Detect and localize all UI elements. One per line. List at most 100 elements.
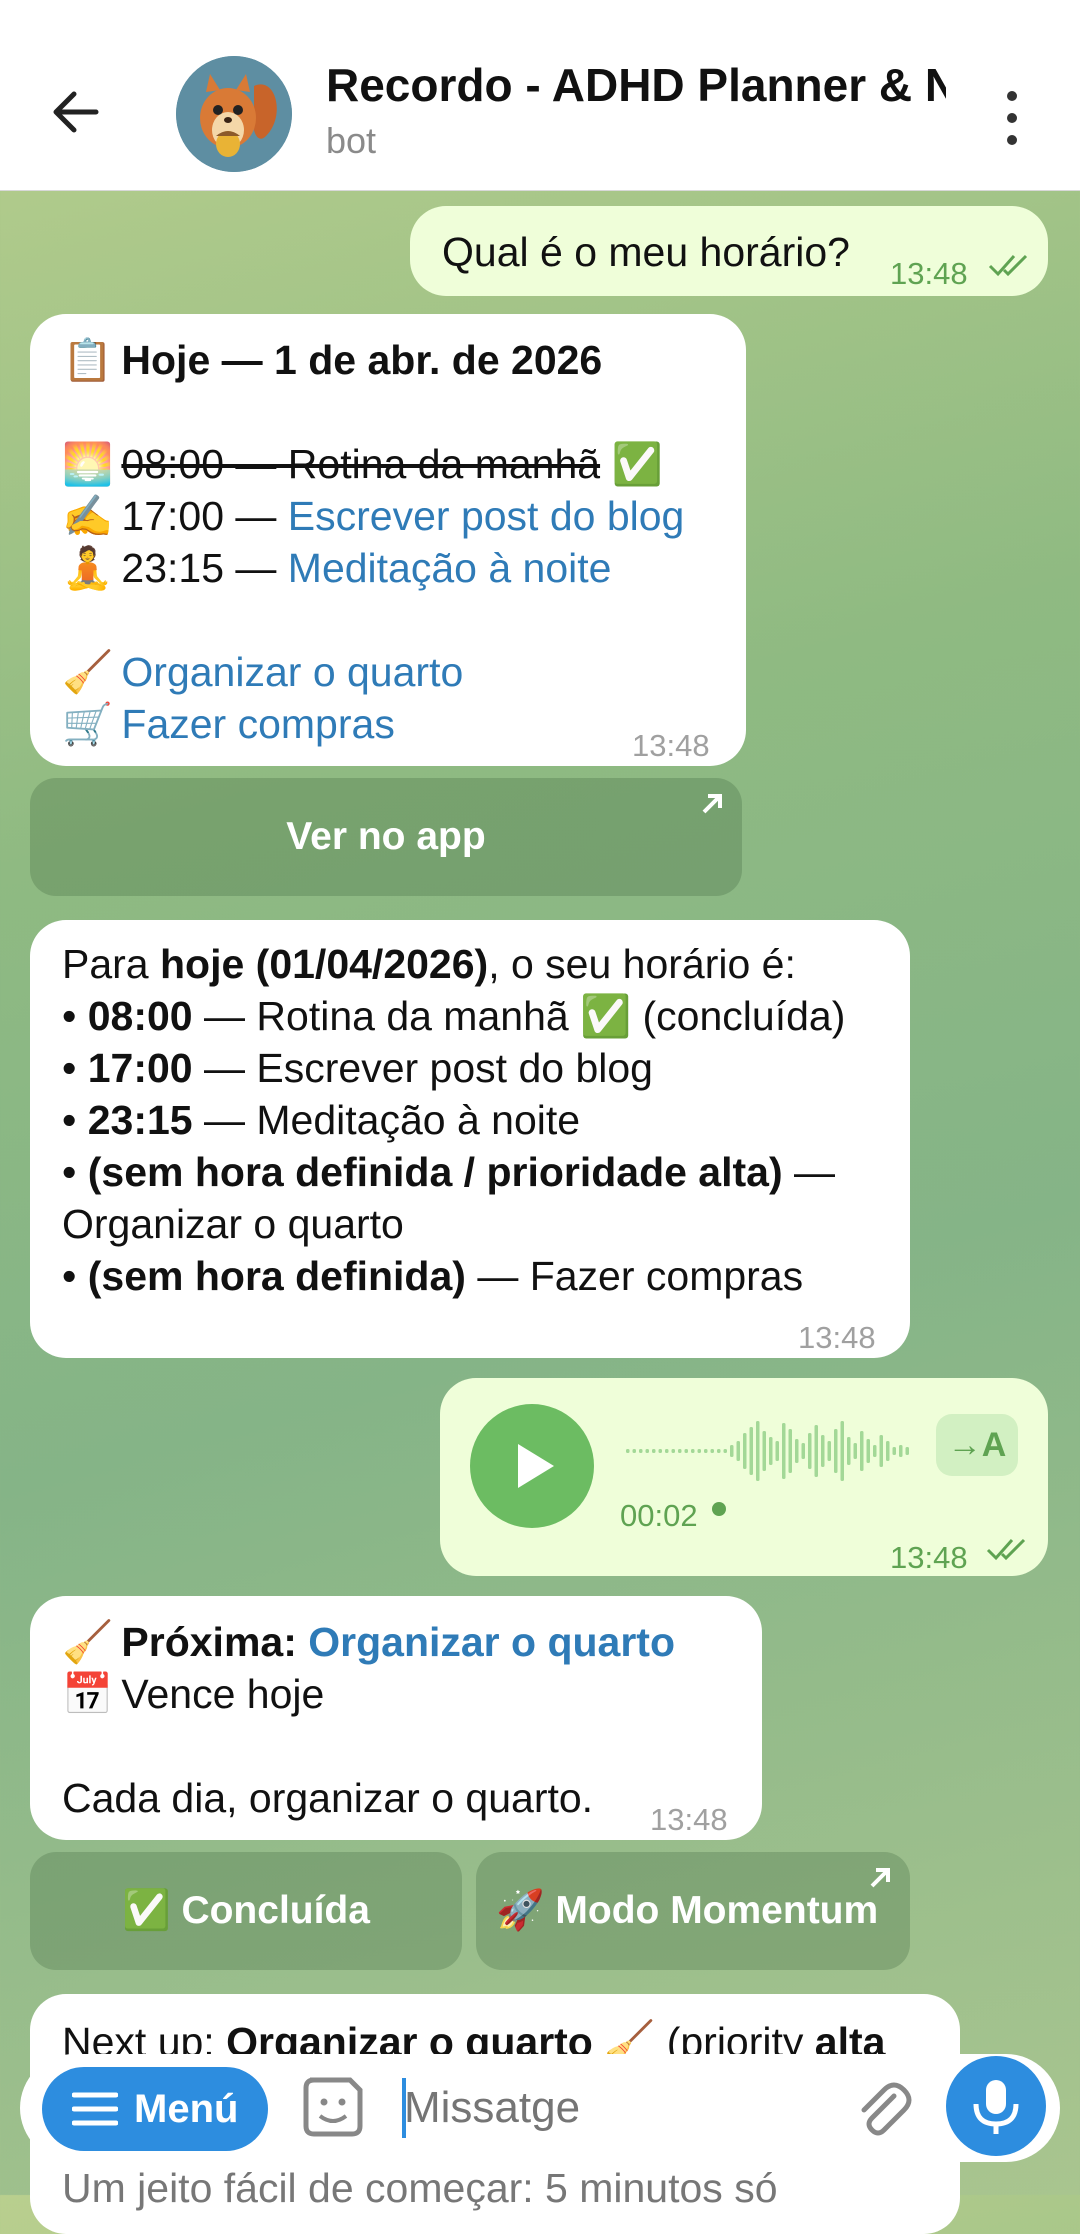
waveform-bar	[723, 1449, 727, 1453]
waveform-bar	[684, 1449, 688, 1453]
chat-subtitle: bot	[326, 120, 377, 161]
message-time: 13:48	[650, 1802, 728, 1837]
cart-icon: 🛒	[62, 701, 114, 747]
back-arrow-icon[interactable]	[48, 84, 104, 140]
message-time: 13:48	[798, 1320, 876, 1355]
broom-icon: 🧹	[62, 1619, 114, 1665]
waveform-bar	[762, 1431, 766, 1471]
voice-message[interactable]: →A 00:02 13:48	[440, 1378, 1048, 1576]
waveform-bar	[756, 1421, 760, 1481]
waveform-bar	[652, 1449, 656, 1453]
sticker-icon[interactable]	[300, 2074, 366, 2140]
more-options-icon[interactable]	[1000, 88, 1024, 148]
incoming-message-summary[interactable]: Para hoje (01/04/2026), o seu horário é:…	[30, 920, 910, 1358]
waveform-bar	[814, 1425, 818, 1477]
waveform-bar	[795, 1439, 799, 1463]
waveform-bar	[736, 1441, 740, 1461]
waveform-bar	[834, 1429, 838, 1473]
waveform-bar	[749, 1427, 753, 1475]
waveform-bar	[873, 1445, 877, 1457]
chat-header: Recordo - ADHD Planner & N bot	[0, 0, 1080, 191]
chat-title[interactable]: Recordo - ADHD Planner & N	[326, 58, 946, 112]
waveform-bar	[840, 1421, 844, 1481]
voice-record-button[interactable]	[946, 2056, 1046, 2156]
message-time: 13:48	[632, 728, 710, 763]
message-time: 13:48	[890, 256, 968, 291]
calendar-icon: 📅	[62, 1671, 114, 1717]
message-text: Qual é o meu horário?	[442, 229, 850, 275]
waveform-bar	[847, 1437, 851, 1465]
broom-icon: 🧹	[62, 649, 114, 695]
waveform-bar	[671, 1449, 675, 1453]
waveform-bar	[788, 1429, 792, 1473]
waveform-bar	[801, 1443, 805, 1459]
waveform-bar	[730, 1445, 734, 1457]
waveform-bar	[808, 1433, 812, 1469]
external-link-icon	[702, 794, 722, 814]
waveform-bar	[775, 1441, 779, 1461]
task-link-shopping[interactable]: Fazer compras	[121, 701, 394, 747]
message-input[interactable]	[404, 2076, 824, 2140]
message-time: 13:48	[890, 1540, 968, 1575]
task-link-room[interactable]: Organizar o quarto	[308, 1619, 675, 1665]
waveform-bar	[626, 1449, 630, 1453]
waveform-bar	[879, 1435, 883, 1467]
complete-button[interactable]: ✅ Concluída	[30, 1852, 462, 1970]
waveform-bar	[743, 1433, 747, 1469]
waveform-bar	[678, 1449, 682, 1453]
microphone-icon	[973, 2080, 1019, 2134]
menu-icon	[72, 2092, 118, 2126]
waveform-bar	[827, 1441, 831, 1461]
incoming-message-next[interactable]: 🧹 Próxima: Organizar o quarto 📅 Vence ho…	[30, 1596, 762, 1840]
attach-icon[interactable]	[850, 2078, 912, 2140]
bot-avatar[interactable]	[176, 56, 292, 172]
schedule-item-room: 🧹 Organizar o quarto	[62, 646, 684, 698]
external-link-icon	[870, 1868, 890, 1888]
play-icon	[518, 1444, 554, 1488]
squirrel-icon	[176, 56, 292, 172]
waveform-bar	[717, 1449, 721, 1453]
view-in-app-button[interactable]: Ver no app	[30, 778, 742, 896]
meditation-icon: 🧘	[62, 545, 114, 591]
waveform-bar	[821, 1435, 825, 1467]
unplayed-dot	[712, 1502, 726, 1516]
momentum-mode-button[interactable]: 🚀 Modo Momentum	[476, 1852, 910, 1970]
waveform-bar	[769, 1437, 773, 1465]
task-link-meditation[interactable]: Meditação à noite	[288, 545, 612, 591]
waveform-bar	[905, 1447, 909, 1455]
schedule-item-morning: 🌅 08:00 — Rotina da manhã ✅	[62, 438, 684, 490]
waveform-bar	[691, 1449, 695, 1453]
waveform-bar	[892, 1447, 896, 1455]
clipboard-icon: 📋	[62, 337, 114, 383]
waveform-bar	[782, 1423, 786, 1479]
done-check-icon: ✅	[122, 1889, 171, 1932]
waveform-bar	[632, 1449, 636, 1453]
waveform-bar	[899, 1445, 903, 1457]
waveform-bar	[658, 1449, 662, 1453]
sunrise-icon: 🌅	[62, 441, 114, 487]
voice-duration: 00:02	[620, 1498, 698, 1533]
incoming-message-schedule[interactable]: 📋 Hoje — 1 de abr. de 2026 🌅 08:00 — Rot…	[30, 314, 746, 766]
transcribe-button[interactable]: →A	[936, 1414, 1018, 1476]
outgoing-message[interactable]: Qual é o meu horário? 13:48	[410, 206, 1048, 296]
menu-button[interactable]: Menú	[42, 2067, 268, 2151]
task-link-room[interactable]: Organizar o quarto	[121, 649, 463, 695]
schedule-item-blog: ✍️ 17:00 — Escrever post do blog	[62, 490, 684, 542]
schedule-title: 📋 Hoje — 1 de abr. de 2026	[62, 334, 684, 386]
writing-hand-icon: ✍️	[62, 493, 114, 539]
done-check-icon: ✅	[611, 441, 663, 487]
waveform-bar	[665, 1449, 669, 1453]
done-check-icon: ✅	[580, 993, 632, 1039]
waveform-bar	[639, 1449, 643, 1453]
message-composer: Menú	[20, 2054, 1060, 2162]
waveform-bar	[645, 1449, 649, 1453]
read-checks-icon	[988, 254, 1028, 277]
play-button[interactable]	[470, 1404, 594, 1528]
task-link-blog[interactable]: Escrever post do blog	[288, 493, 685, 539]
waveform-bar	[704, 1449, 708, 1453]
waveform-bar	[697, 1449, 701, 1453]
waveform-bar	[710, 1449, 714, 1453]
rocket-icon: 🚀	[496, 1889, 545, 1932]
read-checks-icon	[986, 1538, 1026, 1561]
waveform-bar	[860, 1431, 864, 1471]
